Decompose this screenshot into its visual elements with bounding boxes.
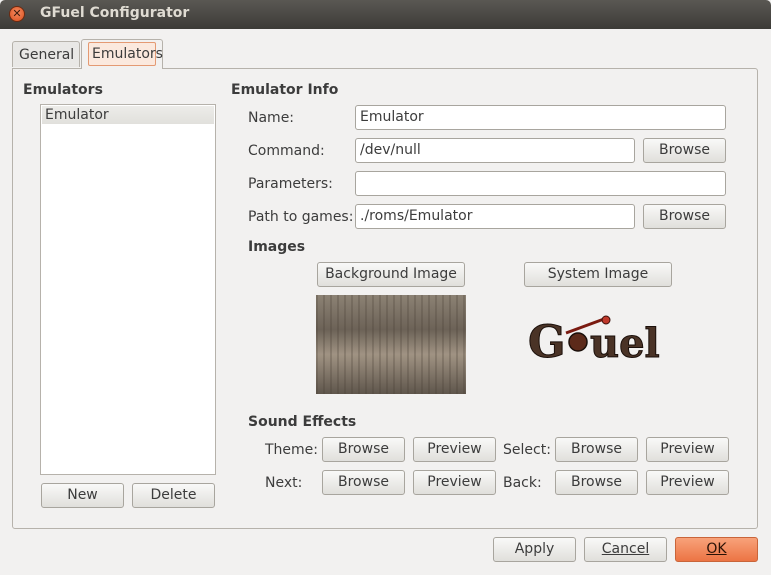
apply-button[interactable]: Apply (493, 537, 576, 562)
emulator-info-heading: Emulator Info (231, 82, 339, 98)
back-browse-button[interactable]: Browse (555, 470, 638, 495)
title-bar: ✕ GFuel Configurator (0, 0, 771, 29)
list-item[interactable]: Emulator (42, 106, 214, 124)
command-browse-button[interactable]: Browse (643, 138, 726, 163)
select-browse-button[interactable]: Browse (555, 437, 638, 462)
system-image-button[interactable]: System Image (524, 262, 672, 287)
gfuel-logo-image: G uel (528, 315, 660, 365)
ok-button[interactable]: OK (675, 537, 758, 562)
path-field[interactable]: ./roms/Emulator (355, 204, 635, 229)
select-label: Select: (503, 442, 551, 458)
emulators-heading: Emulators (23, 82, 103, 98)
next-browse-button[interactable]: Browse (322, 470, 405, 495)
window-title: GFuel Configurator (40, 5, 190, 21)
new-button[interactable]: New (41, 483, 124, 508)
next-label: Next: (265, 475, 303, 491)
emulator-list[interactable]: Emulator (40, 104, 216, 475)
background-image-button[interactable]: Background Image (317, 262, 465, 287)
back-preview-button[interactable]: Preview (646, 470, 729, 495)
svg-text:G: G (528, 317, 566, 365)
delete-button[interactable]: Delete (132, 483, 215, 508)
background-image-preview (316, 295, 466, 394)
close-icon[interactable]: ✕ (9, 6, 25, 22)
theme-label: Theme: (265, 442, 319, 458)
ok-label: OK (706, 541, 727, 557)
parameters-label: Parameters: (248, 176, 333, 192)
svg-text:uel: uel (590, 320, 660, 365)
back-label: Back: (503, 475, 542, 491)
theme-browse-button[interactable]: Browse (322, 437, 405, 462)
theme-preview-button[interactable]: Preview (413, 437, 496, 462)
path-browse-button[interactable]: Browse (643, 204, 726, 229)
command-field[interactable]: /dev/null (355, 138, 635, 163)
next-preview-button[interactable]: Preview (413, 470, 496, 495)
images-heading: Images (248, 239, 306, 255)
parameters-field[interactable] (355, 171, 726, 196)
cancel-button[interactable]: Cancel (584, 537, 667, 562)
tab-emulators[interactable]: Emulators (81, 39, 163, 69)
tab-emulators-label: Emulators (88, 42, 163, 66)
select-preview-button[interactable]: Preview (646, 437, 729, 462)
sound-effects-heading: Sound Effects (248, 414, 357, 430)
path-label: Path to games: (248, 209, 354, 225)
command-label: Command: (248, 143, 325, 159)
tab-general[interactable]: General (12, 41, 80, 67)
name-label: Name: (248, 110, 295, 126)
name-field[interactable]: Emulator (355, 105, 726, 130)
cancel-label: Cancel (601, 541, 650, 557)
